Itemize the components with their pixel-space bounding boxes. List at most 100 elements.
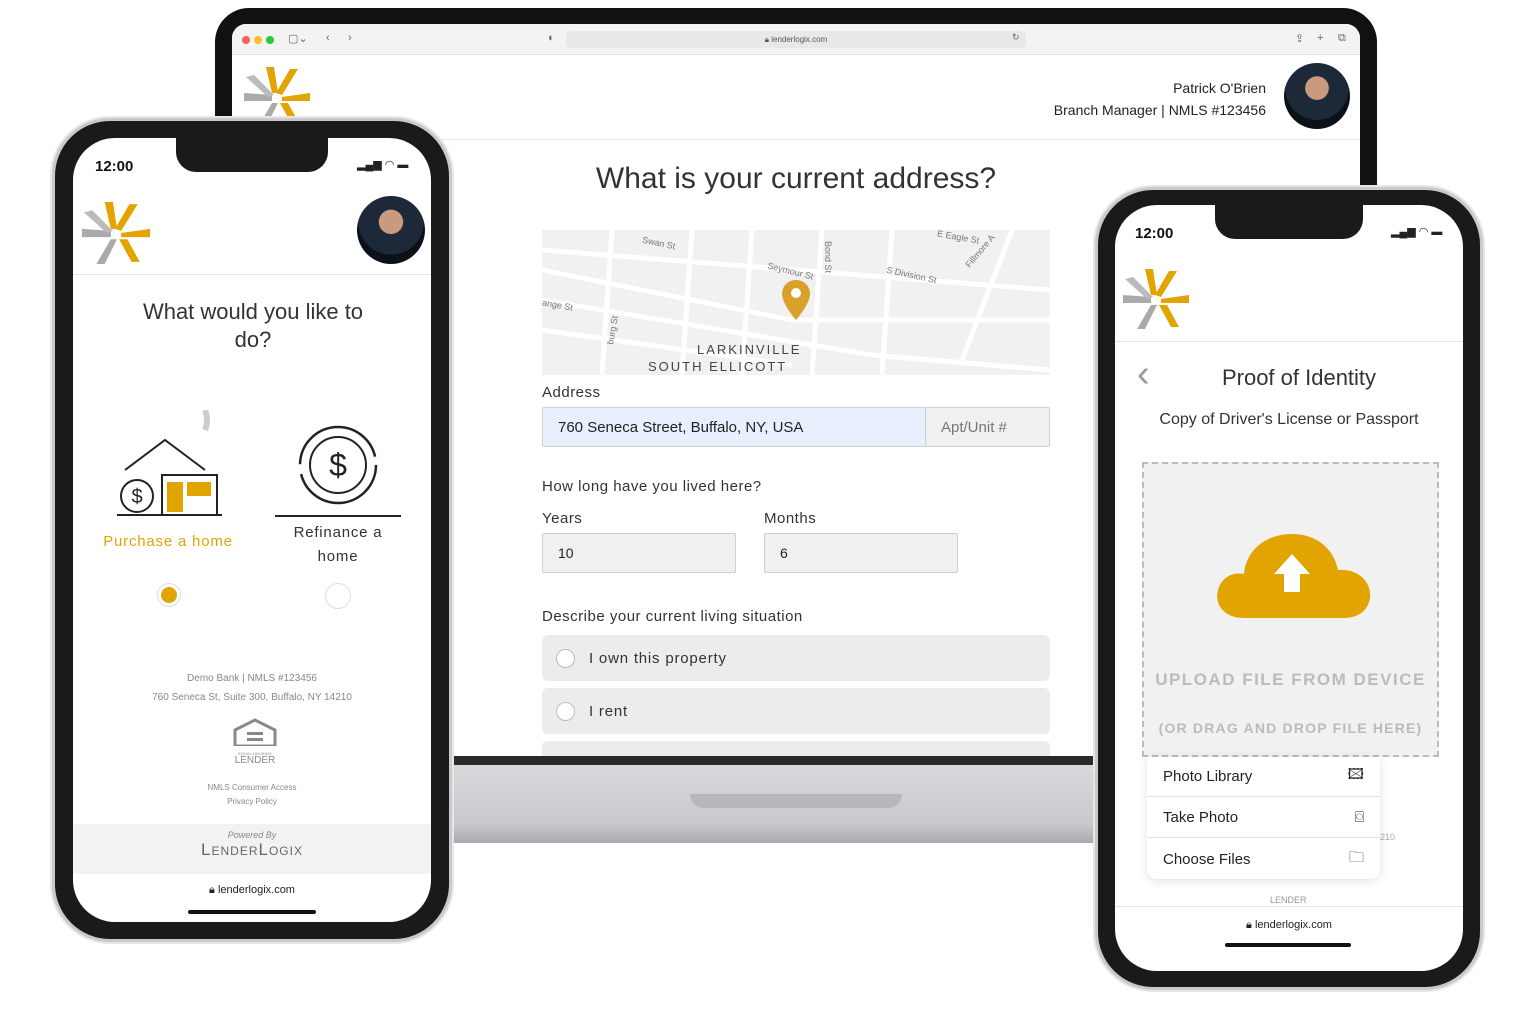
status-time: 12:00 xyxy=(1135,225,1174,242)
lock-icon: 🔒︎ xyxy=(1246,919,1252,931)
upload-dropzone[interactable]: UPLOAD FILE FROM DEVICE (OR DRAG AND DRO… xyxy=(1142,462,1439,757)
ehl-text: LENDER xyxy=(1270,895,1307,905)
browser-toolbar: ▢⌄ ‹ › ◐ 🔒︎ lenderlogix.com ↻ ⇪ + ⧉ xyxy=(232,24,1360,55)
home-indicator[interactable] xyxy=(188,910,316,914)
years-value: 10 xyxy=(558,545,574,561)
camera-icon: ⌼ xyxy=(1354,809,1364,826)
address-map[interactable]: Swan St Seymour St Bond St S Division St… xyxy=(542,230,1050,375)
page-subtitle: Copy of Driver's License or Passport xyxy=(1159,411,1419,428)
ehl-text: LENDER xyxy=(234,755,276,766)
url-bar[interactable]: 🔒︎ lenderlogix.com xyxy=(73,884,431,897)
left-phone-screen: 12:00 ▂▄▆ ◠ ▬ What would you like to do?… xyxy=(73,138,431,922)
photo-library-icon: 🖾 xyxy=(1347,766,1364,783)
equal-housing-logo: EQUAL HOUSING LENDER xyxy=(233,718,277,766)
loan-officer-name: Patrick O'Brien xyxy=(1173,80,1266,96)
lenderlogix-logo xyxy=(1123,269,1189,329)
folder-icon: 🗀 xyxy=(1348,848,1364,866)
divider xyxy=(73,274,431,275)
map-area-label: LARKINVILLE xyxy=(697,342,802,357)
map-label: Bond St xyxy=(823,240,834,274)
svg-text:$: $ xyxy=(131,486,142,508)
years-input[interactable]: 10 xyxy=(542,533,736,573)
address-value: 760 Seneca Street, Buffalo, NY, USA xyxy=(558,418,804,436)
forward-icon[interactable]: › xyxy=(348,32,352,44)
radio-button[interactable] xyxy=(556,701,575,721)
choice-label-purchase[interactable]: Purchase a home xyxy=(93,533,243,550)
privacy-policy-link[interactable]: Privacy Policy xyxy=(73,797,431,806)
lenderlogix-logo xyxy=(81,202,151,264)
back-icon[interactable]: ‹ xyxy=(326,32,330,44)
loan-officer-title: Branch Manager | NMLS #123456 xyxy=(1053,102,1266,118)
phone-notch xyxy=(1215,205,1363,239)
menu-item-take-photo[interactable]: Take Photo ⌼ xyxy=(1147,798,1380,838)
left-phone: 12:00 ▂▄▆ ◠ ▬ What would you like to do?… xyxy=(52,118,452,942)
menu-label: Take Photo xyxy=(1163,809,1239,826)
divider xyxy=(1115,341,1463,342)
address-input[interactable]: 760 Seneca Street, Buffalo, NY, USA xyxy=(542,407,926,447)
page-title: What would you like to do? xyxy=(142,299,364,352)
powered-by-bar: Powered By LenderLogix xyxy=(73,824,431,874)
map-pin-icon xyxy=(782,280,810,320)
months-value: 6 xyxy=(780,545,788,561)
option-own[interactable]: I own this property xyxy=(542,635,1050,681)
home-indicator[interactable] xyxy=(1225,943,1351,947)
years-label: Years xyxy=(542,510,583,527)
url-bar[interactable]: 🔒︎ lenderlogix.com xyxy=(566,31,1026,48)
close-dot[interactable] xyxy=(242,36,250,44)
right-phone-screen: 12:00 ▂▄▆ ◠ ▬ ‹ Proof of Identity Copy o… xyxy=(1115,205,1463,971)
map-area-label: SOUTH ELLICOTT xyxy=(648,359,788,374)
months-label: Months xyxy=(764,510,817,527)
apt-unit-input[interactable]: Apt/Unit # xyxy=(925,407,1050,447)
right-phone: 12:00 ▂▄▆ ◠ ▬ ‹ Proof of Identity Copy o… xyxy=(1095,187,1483,990)
option-label: I own this property xyxy=(589,649,727,667)
menu-item-choose-files[interactable]: Choose Files 🗀 xyxy=(1147,839,1380,879)
url-text: lenderlogix.com xyxy=(217,884,295,896)
minimize-dot[interactable] xyxy=(254,36,262,44)
svg-text:$: $ xyxy=(329,447,347,483)
avatar xyxy=(1284,63,1350,129)
option-next[interactable] xyxy=(542,741,1050,756)
sidebar-icon[interactable]: ▢⌄ xyxy=(288,32,308,45)
zoom-dot[interactable] xyxy=(266,36,274,44)
radio-button[interactable] xyxy=(556,648,575,668)
upload-source-menu: Photo Library 🖾 Take Photo ⌼ Choose Files 🗀 xyxy=(1147,757,1380,879)
drag-drop-label: (OR DRAG AND DROP FILE HERE) xyxy=(1158,720,1423,736)
menu-label: Photo Library xyxy=(1163,768,1253,785)
house-dollar-icon[interactable]: $ xyxy=(107,410,227,520)
status-time: 12:00 xyxy=(95,158,134,175)
url-bar[interactable]: 🔒︎ lenderlogix.com xyxy=(1115,919,1463,932)
powered-by-text: Powered By xyxy=(227,830,277,840)
bank-info: Demo Bank | NMLS #123456 xyxy=(187,673,317,684)
status-icons: ▂▄▆ ◠ ▬ xyxy=(1391,226,1443,238)
page-title: Proof of Identity xyxy=(1221,365,1377,390)
loan-officer-info: Patrick O'Brien Branch Manager | NMLS #1… xyxy=(1054,77,1266,121)
bank-address: 760 Seneca St, Suite 300, Buffalo, NY 14… xyxy=(152,692,352,703)
new-tab-icon[interactable]: + xyxy=(1317,32,1323,44)
radio-refinance[interactable] xyxy=(325,583,351,609)
divider xyxy=(1115,906,1463,907)
reload-icon[interactable]: ↻ xyxy=(1012,32,1020,43)
choice-label-refinance[interactable]: Refinance a home xyxy=(273,521,403,569)
nmls-consumer-access-link[interactable]: NMLS Consumer Access xyxy=(73,783,431,792)
lenderlogix-wordmark: LenderLogix xyxy=(201,840,303,859)
option-label: I rent xyxy=(589,702,628,720)
tabs-icon[interactable]: ⧉ xyxy=(1338,32,1346,45)
shield-icon: ◐ xyxy=(548,32,555,44)
url-text: lenderlogix.com xyxy=(1254,919,1332,931)
url-text: lenderlogix.com xyxy=(771,35,828,44)
background-text: 210 xyxy=(1380,832,1396,842)
menu-label: Choose Files xyxy=(1163,850,1251,868)
laptop-notch xyxy=(690,794,902,808)
phone-notch xyxy=(176,138,328,172)
equal-housing-icon xyxy=(233,718,277,748)
status-icons: ▂▄▆ ◠ ▬ xyxy=(357,159,409,171)
option-rent[interactable]: I rent xyxy=(542,688,1050,734)
situation-label: Describe your current living situation xyxy=(542,608,803,625)
menu-item-photo-library[interactable]: Photo Library 🖾 xyxy=(1147,757,1380,797)
how-long-label: How long have you lived here? xyxy=(542,478,762,495)
share-icon[interactable]: ⇪ xyxy=(1295,32,1304,45)
avatar xyxy=(357,196,425,264)
refinance-dollar-icon[interactable]: $ xyxy=(273,420,403,520)
months-input[interactable]: 6 xyxy=(764,533,958,573)
radio-purchase[interactable] xyxy=(157,583,181,607)
